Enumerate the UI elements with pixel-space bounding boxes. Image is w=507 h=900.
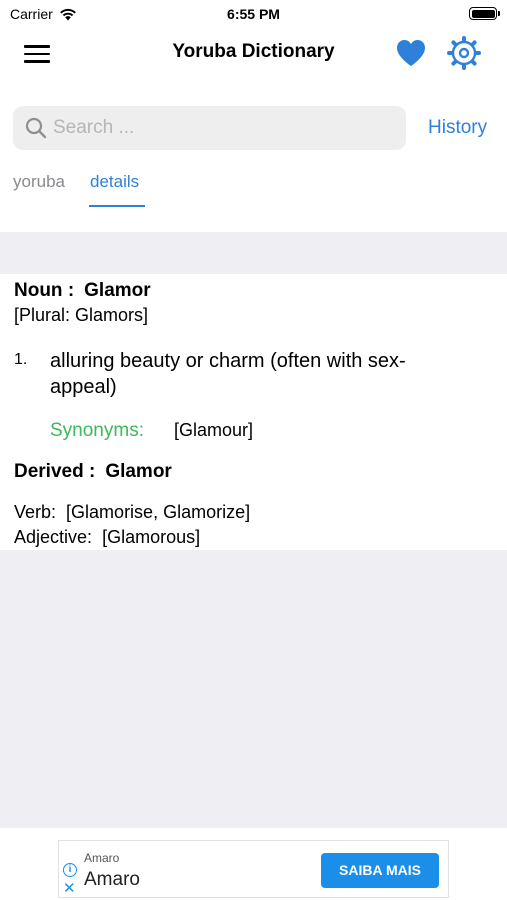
ad-sponsor-caption: Amaro <box>84 851 120 865</box>
verb-forms: Verb: [Glamorise, Glamorize] <box>14 502 250 523</box>
pos-label: Noun : <box>14 280 75 301</box>
definition-text: alluring beauty or charm (often with sex… <box>50 350 406 398</box>
synonyms-label: Synonyms: <box>50 420 144 441</box>
adjective-forms: Adjective: [Glamorous] <box>14 527 200 548</box>
verb-values[interactable]: [Glamorise, Glamorize] <box>66 502 250 522</box>
definition-number: 1. <box>14 351 28 368</box>
ad-banner[interactable]: i ✕ Amaro Amaro SAIBA MAIS <box>58 840 449 898</box>
synonyms-value[interactable]: [Glamour] <box>174 420 253 441</box>
heart-icon <box>397 40 425 66</box>
app-screen: Carrier 6:55 PM Yoruba Dictionary Search… <box>0 0 507 900</box>
ad-sponsor-name: Amaro <box>84 869 140 890</box>
derived-label: Derived : <box>14 461 96 482</box>
adjective-label: Adjective: <box>14 527 93 547</box>
battery-icon <box>469 7 500 20</box>
ad-cta-button[interactable]: SAIBA MAIS <box>321 853 439 888</box>
derived-word: Glamor <box>105 461 172 482</box>
settings-button[interactable] <box>447 36 481 70</box>
history-button[interactable]: History <box>428 117 487 139</box>
part-of-speech-heading: Noun : Glamor <box>14 280 151 302</box>
search-icon <box>25 117 47 139</box>
verb-label: Verb: <box>14 502 57 522</box>
nav-bar: Yoruba Dictionary <box>0 28 507 80</box>
derived-heading: Derived : Glamor <box>14 461 172 483</box>
tab-yoruba[interactable]: yoruba <box>13 172 65 192</box>
search-input[interactable] <box>53 117 373 139</box>
ad-info-icon[interactable]: i <box>63 863 77 877</box>
gear-icon <box>447 36 481 70</box>
page-title: Yoruba Dictionary <box>172 41 335 62</box>
status-bar: Carrier 6:55 PM <box>0 0 507 28</box>
clock: 6:55 PM <box>227 6 280 22</box>
adjective-values[interactable]: [Glamorous] <box>102 527 200 547</box>
tab-details[interactable]: details <box>90 172 139 192</box>
empty-area <box>0 550 507 828</box>
headword: Glamor <box>84 280 151 301</box>
search-bar[interactable] <box>13 106 406 150</box>
active-tab-indicator <box>89 205 145 207</box>
definition-panel: Noun : Glamor [Plural: Glamors] 1. alluri… <box>0 274 507 550</box>
content-spacer <box>0 232 507 274</box>
plural-form: [Plural: Glamors] <box>14 305 149 325</box>
ad-close-icon[interactable]: ✕ <box>63 881 76 896</box>
favorites-button[interactable] <box>395 38 427 68</box>
